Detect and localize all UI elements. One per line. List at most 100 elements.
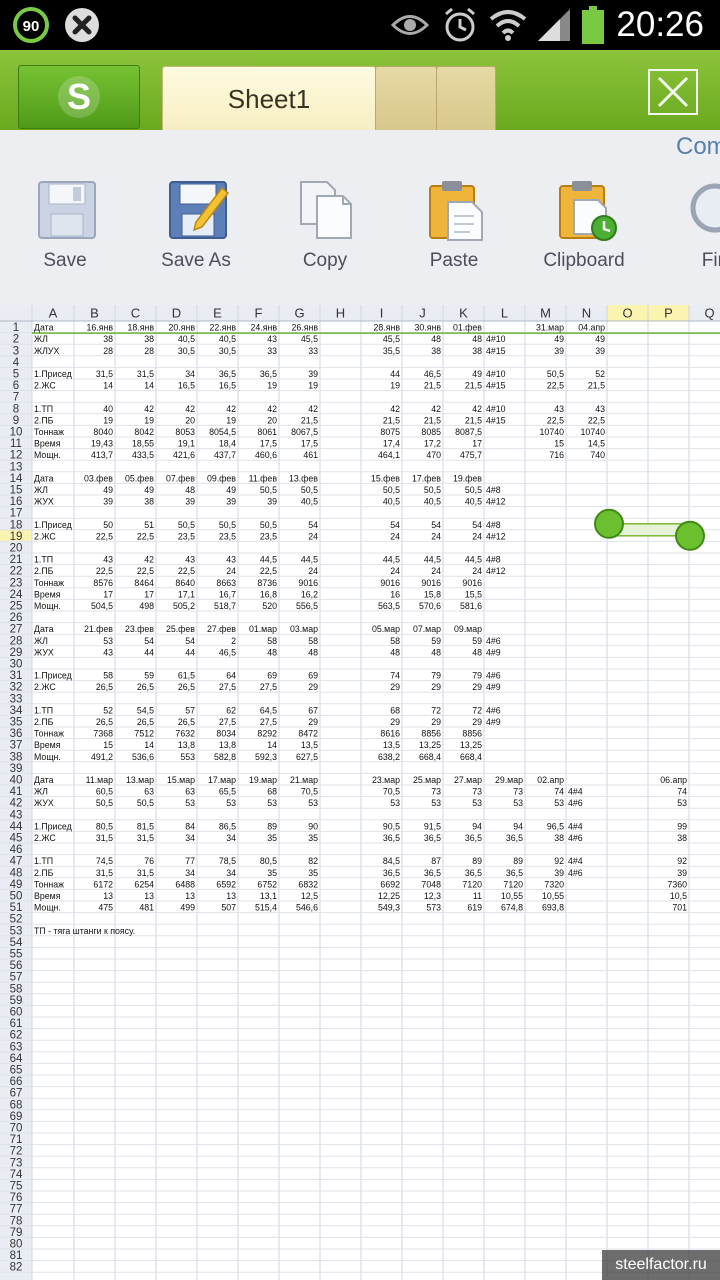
- cell[interactable]: 13,5: [383, 740, 400, 750]
- cell[interactable]: 8054,5: [209, 427, 236, 437]
- cell[interactable]: 46,5: [424, 369, 441, 379]
- cell[interactable]: 7120: [462, 879, 482, 889]
- cell[interactable]: 24: [308, 566, 318, 576]
- cell[interactable]: 9016: [380, 578, 400, 588]
- cell[interactable]: 34: [226, 868, 236, 878]
- column-header-L[interactable]: L: [501, 306, 508, 321]
- cell[interactable]: 13.мар: [126, 775, 154, 785]
- cell[interactable]: 24: [472, 531, 482, 541]
- row-header[interactable]: 35: [10, 717, 23, 729]
- cell[interactable]: 16,5: [178, 381, 195, 391]
- cell[interactable]: Тоннаж: [34, 578, 64, 588]
- row-header[interactable]: 64: [10, 1053, 23, 1065]
- cell[interactable]: 2.ЖС: [34, 833, 56, 843]
- cell[interactable]: ЖУХ: [34, 798, 54, 808]
- row-header[interactable]: 36: [10, 728, 23, 740]
- column-header-E[interactable]: E: [213, 306, 222, 321]
- cell[interactable]: 8464: [134, 578, 154, 588]
- cell[interactable]: 4#9: [486, 682, 501, 692]
- row-header[interactable]: 66: [10, 1076, 23, 1088]
- cell[interactable]: 53: [267, 798, 277, 808]
- row-header[interactable]: 21: [10, 554, 23, 566]
- cell[interactable]: 29: [308, 682, 318, 692]
- cell[interactable]: 73: [431, 787, 441, 797]
- cell[interactable]: 19,43: [91, 439, 113, 449]
- column-header-C[interactable]: C: [131, 306, 140, 321]
- cell[interactable]: 90,5: [383, 821, 400, 831]
- cell[interactable]: 48: [185, 485, 195, 495]
- cell[interactable]: 21,5: [465, 415, 482, 425]
- cell[interactable]: 701: [672, 903, 687, 913]
- cell[interactable]: 54,5: [137, 705, 154, 715]
- cell[interactable]: 38: [472, 346, 482, 356]
- cell[interactable]: 23,5: [178, 531, 195, 541]
- column-header-D[interactable]: D: [172, 306, 181, 321]
- cell[interactable]: 54: [308, 520, 318, 530]
- cell[interactable]: 06.апр: [660, 775, 687, 785]
- cell[interactable]: 40,5: [383, 497, 400, 507]
- cell[interactable]: 9016: [421, 578, 441, 588]
- cell[interactable]: 58: [267, 636, 277, 646]
- cell[interactable]: 2.ЖС: [34, 531, 56, 541]
- cell[interactable]: 48: [308, 647, 318, 657]
- cell[interactable]: 50,5: [424, 485, 441, 495]
- cell[interactable]: 13,25: [419, 740, 441, 750]
- cell[interactable]: 4#12: [486, 566, 506, 576]
- cell[interactable]: 42: [431, 404, 441, 414]
- cell[interactable]: 24: [390, 566, 400, 576]
- cell[interactable]: Дата: [34, 323, 54, 333]
- cell[interactable]: 1.ТП: [34, 404, 53, 414]
- row-header[interactable]: 16: [10, 496, 23, 508]
- cell[interactable]: 70,5: [301, 787, 318, 797]
- cell[interactable]: 92: [677, 856, 687, 866]
- column-header-G[interactable]: G: [294, 306, 304, 321]
- cell[interactable]: 581,6: [460, 601, 482, 611]
- row-header[interactable]: 43: [10, 809, 23, 821]
- cell[interactable]: Тоннаж: [34, 879, 64, 889]
- cell[interactable]: 54: [390, 520, 400, 530]
- row-header[interactable]: 40: [10, 775, 23, 787]
- cell[interactable]: 50,5: [219, 520, 236, 530]
- row-header[interactable]: 7: [13, 392, 19, 404]
- row-header[interactable]: 54: [10, 937, 23, 949]
- row-header[interactable]: 70: [10, 1123, 23, 1135]
- cell[interactable]: 92: [554, 856, 564, 866]
- cell[interactable]: 07.мар: [413, 624, 441, 634]
- row-header[interactable]: 19: [10, 531, 23, 543]
- save-as-button[interactable]: Save As: [136, 178, 256, 298]
- cell[interactable]: 8856: [462, 729, 482, 739]
- cell[interactable]: 53: [390, 798, 400, 808]
- cell[interactable]: 77: [185, 856, 195, 866]
- cell[interactable]: 619: [467, 903, 482, 913]
- cell[interactable]: 582,8: [214, 752, 236, 762]
- selection-handle-end[interactable]: [675, 520, 705, 551]
- cell[interactable]: 21.фев: [84, 624, 113, 634]
- cell[interactable]: 4#10: [486, 369, 506, 379]
- cell[interactable]: 556,5: [296, 601, 318, 611]
- cell[interactable]: 45,5: [301, 334, 318, 344]
- cell[interactable]: 50,5: [465, 485, 482, 495]
- grid-canvas[interactable]: A B C D E F G H I J K L M N O P Q12345678910111213141516…: [0, 305, 720, 1280]
- cell[interactable]: 29: [472, 682, 482, 692]
- cell[interactable]: 23,5: [219, 531, 236, 541]
- column-header-F[interactable]: F: [255, 306, 263, 321]
- cell[interactable]: 33: [267, 346, 277, 356]
- row-header[interactable]: 74: [10, 1169, 23, 1181]
- cell[interactable]: 22,5: [96, 531, 113, 541]
- cell[interactable]: 48: [431, 647, 441, 657]
- row-header[interactable]: 23: [10, 577, 23, 589]
- cell[interactable]: 69: [267, 671, 277, 681]
- cell[interactable]: 53: [472, 798, 482, 808]
- cell[interactable]: 18.янв: [127, 323, 154, 333]
- cell[interactable]: 4#6: [486, 705, 501, 715]
- cell[interactable]: 13,25: [460, 740, 482, 750]
- cell[interactable]: 39: [308, 369, 318, 379]
- cell[interactable]: 1.ТП: [34, 705, 53, 715]
- cell[interactable]: Время: [34, 740, 61, 750]
- cell[interactable]: 27.мар: [454, 775, 482, 785]
- cell[interactable]: 89: [267, 821, 277, 831]
- cell[interactable]: 65,5: [219, 787, 236, 797]
- row-header[interactable]: 60: [10, 1007, 23, 1019]
- cell[interactable]: 58: [308, 636, 318, 646]
- cell[interactable]: 53: [103, 636, 113, 646]
